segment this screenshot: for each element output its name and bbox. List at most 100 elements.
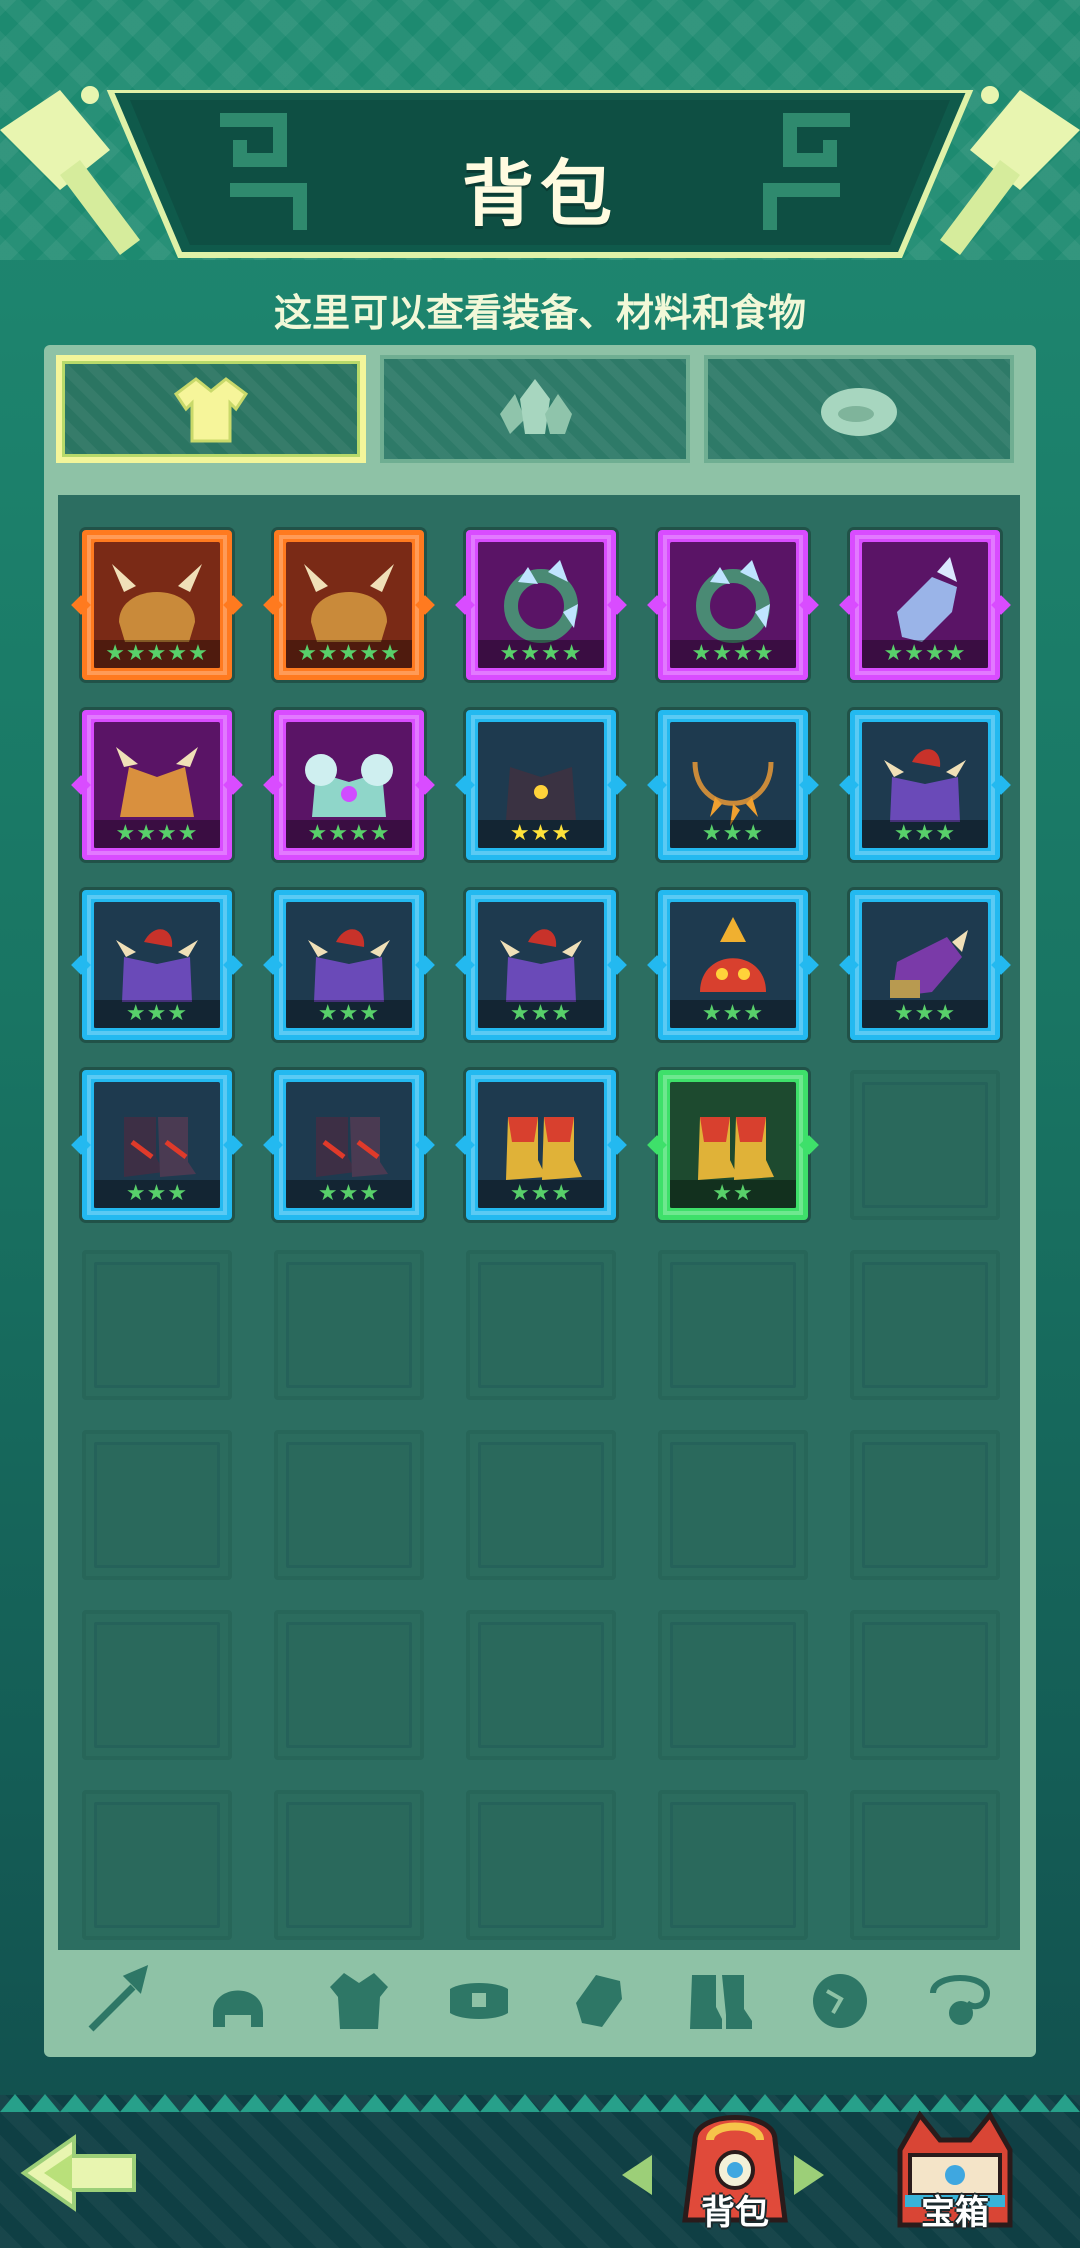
inventory-item-slot[interactable]: ★★ [647, 1070, 819, 1220]
necklace-icon[interactable] [923, 1963, 997, 2037]
inventory-item-slot[interactable]: ★★★ [71, 1070, 243, 1220]
star-rating: ★★★★★ [286, 640, 412, 668]
armor-icon[interactable] [322, 1963, 396, 2037]
empty-slot [274, 1610, 424, 1760]
helmet-icon[interactable] [201, 1963, 275, 2037]
star-rating: ★★★ [478, 820, 604, 848]
star-rating: ★★★ [670, 1000, 796, 1028]
tab-food[interactable] [704, 355, 1014, 463]
star-rating: ★★★ [286, 1000, 412, 1028]
star-rating: ★★★★ [94, 820, 220, 848]
inventory-item-slot[interactable]: ★★★ [455, 710, 627, 860]
empty-slot [466, 1790, 616, 1940]
empty-slot-inner [94, 1262, 220, 1388]
spear-icon[interactable] [81, 1963, 155, 2037]
star-rating: ★★★ [94, 1180, 220, 1208]
inventory-item-slot[interactable]: ★★★ [71, 890, 243, 1040]
star-rating: ★★★ [94, 1000, 220, 1028]
crystal-icon [500, 379, 572, 434]
page-title: 背包 [461, 152, 618, 236]
empty-slot-inner [478, 1622, 604, 1748]
empty-slot [658, 1430, 808, 1580]
arrow-right-icon [794, 2155, 824, 2195]
star-rating: ★★★★ [478, 640, 604, 668]
empty-slot-inner [286, 1262, 412, 1388]
star-rating: ★★★ [478, 1000, 604, 1028]
empty-slot [82, 1790, 232, 1940]
inventory-item-slot[interactable]: ★★★ [647, 890, 819, 1040]
filter-bar [58, 1955, 1020, 2045]
zigzag-divider [44, 470, 1036, 492]
empty-slot-inner [286, 1622, 412, 1748]
tab-equipment[interactable] [56, 355, 366, 463]
empty-slot [658, 1250, 808, 1400]
empty-slot [850, 1610, 1000, 1760]
star-rating: ★★★ [862, 1000, 988, 1028]
orb-icon[interactable] [803, 1963, 877, 2037]
page-subtitle: 这里可以查看装备、材料和食物 [273, 291, 806, 335]
inventory-item-slot[interactable]: ★★★★★ [71, 530, 243, 680]
empty-slot-inner [862, 1622, 988, 1748]
inventory-item-slot[interactable]: ★★★ [839, 710, 1011, 860]
empty-slot [274, 1790, 424, 1940]
inventory-item-slot[interactable]: ★★★ [647, 710, 819, 860]
star-rating: ★★★ [862, 820, 988, 848]
inventory-item-slot[interactable]: ★★★★ [839, 530, 1011, 680]
inventory-item-slot[interactable]: ★★★ [839, 890, 1011, 1040]
empty-slot [466, 1250, 616, 1400]
empty-slot [82, 1610, 232, 1760]
empty-slot [274, 1430, 424, 1580]
empty-slot [466, 1430, 616, 1580]
inventory-item-slot[interactable]: ★★★★ [263, 710, 435, 860]
armor-icon [173, 377, 249, 443]
empty-slot-inner [862, 1262, 988, 1388]
empty-slot-inner [286, 1442, 412, 1568]
empty-slot [82, 1250, 232, 1400]
empty-slot [82, 1430, 232, 1580]
star-rating: ★★ [670, 1180, 796, 1208]
empty-slot [658, 1610, 808, 1760]
inventory-item-slot[interactable]: ★★★ [263, 1070, 435, 1220]
empty-slot [850, 1430, 1000, 1580]
empty-slot-inner [670, 1442, 796, 1568]
star-rating: ★★★ [286, 1180, 412, 1208]
star-rating: ★★★★★ [94, 640, 220, 668]
inventory-item-slot[interactable]: ★★★★★ [263, 530, 435, 680]
empty-slot-inner [862, 1082, 988, 1208]
empty-slot [850, 1250, 1000, 1400]
inventory-item-slot[interactable]: ★★★ [455, 890, 627, 1040]
bracer-icon[interactable] [562, 1963, 636, 2037]
meat-icon [821, 388, 897, 436]
empty-slot [274, 1250, 424, 1400]
inventory-item-slot[interactable]: ★★★ [455, 1070, 627, 1220]
empty-slot-inner [478, 1802, 604, 1928]
empty-slot-inner [862, 1802, 988, 1928]
empty-slot [658, 1790, 808, 1940]
empty-slot [850, 1790, 1000, 1940]
inventory-item-slot[interactable]: ★★★★ [647, 530, 819, 680]
bag-nav-label: 背包 [701, 2193, 769, 2233]
bag-nav-button[interactable]: 背包 [660, 2100, 810, 2240]
empty-slot-inner [670, 1802, 796, 1928]
star-rating: ★★★★ [670, 640, 796, 668]
star-rating: ★★★★ [862, 640, 988, 668]
empty-slot [466, 1610, 616, 1760]
empty-slot-inner [478, 1262, 604, 1388]
empty-slot-inner [670, 1262, 796, 1388]
belt-icon[interactable] [442, 1963, 516, 2037]
inventory-item-slot[interactable]: ★★★★ [455, 530, 627, 680]
tab-materials[interactable] [380, 355, 690, 463]
arrow-left-icon [622, 2155, 652, 2195]
boots-icon[interactable] [682, 1963, 756, 2037]
empty-slot-inner [478, 1442, 604, 1568]
back-arrow-icon[interactable] [14, 2128, 154, 2218]
chest-nav-button[interactable]: 宝箱 [880, 2100, 1030, 2240]
inventory-item-slot[interactable]: ★★★★ [71, 710, 243, 860]
empty-slot-inner [94, 1622, 220, 1748]
star-rating: ★★★ [670, 820, 796, 848]
star-rating: ★★★ [478, 1180, 604, 1208]
inventory-item-slot[interactable]: ★★★ [263, 890, 435, 1040]
star-rating: ★★★★ [286, 820, 412, 848]
empty-slot-inner [94, 1442, 220, 1568]
empty-slot-inner [670, 1622, 796, 1748]
